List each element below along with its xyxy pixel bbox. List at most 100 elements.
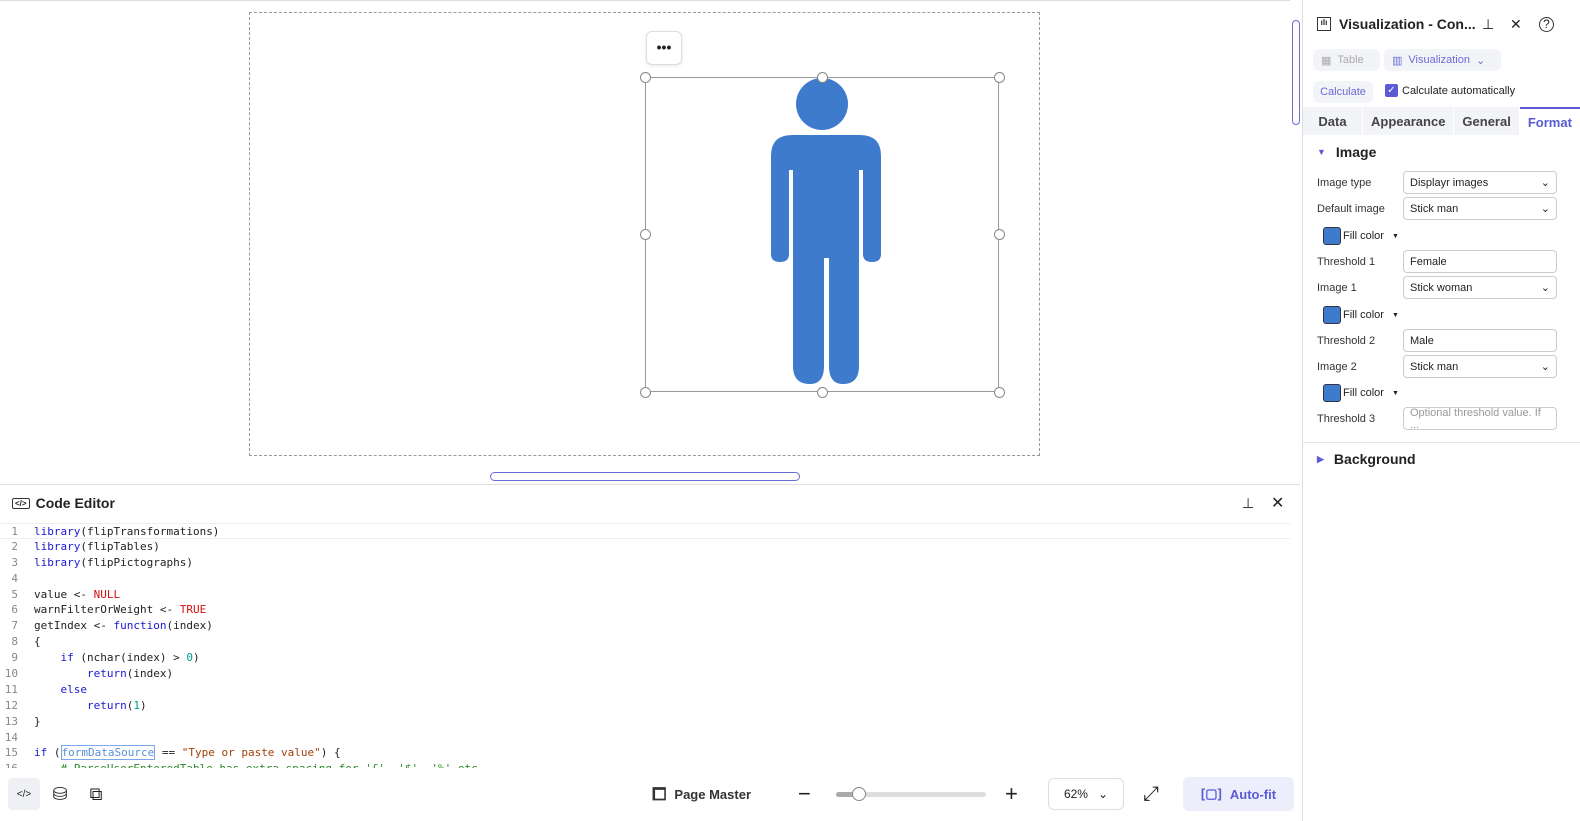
line-number: 14 [4,730,18,744]
code-line: 7 getIndex <- function(index) [0,618,1290,634]
code-line: 13} [0,714,1290,730]
vertical-scrollbar[interactable] [1292,20,1300,125]
resize-handle[interactable] [817,387,828,398]
dependency-graph-icon[interactable]: ⧉ [80,778,112,810]
code-line: 6 warnFilterOrWeight <- TRUE [0,602,1290,618]
pin-icon[interactable]: ⊥ [1482,16,1494,33]
fullscreen-icon[interactable]: ⤢ [1143,783,1159,806]
code-token: (flipTransformations) [80,525,220,538]
code-token: TRUE [179,603,207,617]
code-token: getIndex <- [34,619,114,633]
code-text: return(1) [28,698,147,714]
code-token: if [34,746,48,760]
chart-icon: ▥ [1392,54,1403,67]
threshold-1-input[interactable]: Female [1403,250,1557,273]
caret-down-icon: ▼ [1391,311,1399,319]
code-line: 12 return(1) [0,698,1290,714]
code-text: if (nchar(index) > 0) [28,650,200,666]
zoom-slider[interactable] [836,786,986,801]
line-number: 11 [4,682,18,696]
code-line: 14 [0,730,1290,746]
code-text: library(flipTables) [28,539,160,555]
resize-handle[interactable] [640,387,651,398]
data-edit-icon[interactable]: ⛁ [44,778,76,810]
image-1-select[interactable]: Stick woman ⌄ [1403,276,1557,299]
panel-title: Visualization - Con... [1339,16,1476,32]
calculate-automatically-checkbox[interactable]: ✓ [1385,84,1398,97]
image-2-select[interactable]: Stick man ⌄ [1403,355,1557,378]
inspector-tabs: Data Appearance General Format [1303,107,1580,135]
threshold-3-placeholder: Optional threshold value. If ... [1410,406,1541,431]
code-text: library(flipTransformations) [28,524,219,538]
zoom-select[interactable]: 62% ⌄ [1048,778,1124,810]
calculate-button[interactable]: Calculate [1313,81,1373,103]
resize-handle[interactable] [994,229,1005,240]
resize-handle[interactable] [994,72,1005,83]
image-type-select[interactable]: Displayr images ⌄ [1403,171,1557,194]
auto-fit-icon: [▢] [1200,786,1222,801]
code-line: 2 library(flipTables) [0,539,1290,555]
close-icon[interactable]: ✕ [1510,16,1522,33]
visualization-button[interactable]: ▥ Visualization ⌄ [1384,49,1501,71]
image-2-label: Image 2 [1317,360,1357,373]
chevron-down-icon: ⌄ [1097,787,1109,801]
more-options-button[interactable]: ••• [646,31,682,65]
tab-format[interactable]: Format [1519,107,1580,135]
line-number: 5 [11,587,18,601]
page-master-icon[interactable]: ⧠ [652,784,666,805]
image-type-label: Image type [1317,176,1372,189]
fill-color-label: Fill color [1343,387,1384,399]
default-image-select[interactable]: Stick man ⌄ [1403,197,1557,220]
fill-color-picker[interactable]: Fill color ▼ [1323,227,1399,245]
tab-general[interactable]: General [1454,107,1520,135]
resize-handle[interactable] [640,229,651,240]
code-line: 3 library(flipPictographs) [0,555,1290,571]
code-token: else [60,682,88,696]
code-token: } [34,714,41,728]
table-icon: ▦ [1321,54,1332,67]
code-editor-toggle-icon[interactable]: </> [8,778,40,810]
resize-handle[interactable] [817,72,828,83]
visualization-label: Visualization [1408,54,1470,66]
code-token: ( [47,746,61,760]
bottom-toolbar: </> ⛁ ⧉ ⧠ Page Master − + 62% ⌄ ⤢ [▢] Auto… [0,767,1300,821]
section-background-header[interactable]: ▶ Background [1317,451,1416,467]
threshold-2-input[interactable]: Male [1403,329,1557,352]
section-image-header[interactable]: ▼ Image [1317,144,1376,160]
selected-pictograph[interactable] [645,77,999,392]
fill-color-picker[interactable]: Fill color ▼ [1323,306,1399,324]
auto-fit-button[interactable]: [▢] Auto-fit [1183,777,1294,811]
caret-down-icon: ▼ [1391,232,1399,240]
chevron-down-icon: ⌄ [1475,54,1486,67]
calculate-automatically-label: Calculate automatically [1402,84,1516,97]
threshold-3-input[interactable]: Optional threshold value. If ... [1403,406,1557,431]
color-swatch [1323,306,1341,324]
resize-handle[interactable] [640,72,651,83]
zoom-out-button[interactable]: − [798,781,811,807]
line-number: 9 [11,651,18,665]
tab-appearance[interactable]: Appearance [1363,107,1455,135]
resize-handle[interactable] [994,387,1005,398]
code-line: 1 library(flipTransformations) [0,523,1290,539]
code-area[interactable]: 1 library(flipTransformations) 2 library(fl… [0,523,1290,768]
page-master-button[interactable]: Page Master [674,787,751,802]
tab-data[interactable]: Data [1303,107,1363,135]
code-token: (index) [126,667,174,681]
stick-man-icon [771,78,881,384]
table-button[interactable]: ▦ Table [1313,49,1380,71]
pin-icon[interactable]: ⊥ [1242,495,1254,512]
fill-color-picker[interactable]: Fill color ▼ [1323,384,1399,402]
code-text: { [28,634,41,650]
horizontal-scrollbar[interactable] [490,472,800,481]
default-image-value: Stick man [1410,202,1459,215]
caret-down-icon: ▼ [1317,147,1326,157]
zoom-in-button[interactable]: + [1005,781,1018,807]
line-number: 1 [11,525,18,538]
chevron-down-icon: ⌄ [1540,203,1550,215]
code-token: return [86,667,127,681]
zoom-slider-handle[interactable] [851,786,866,801]
help-icon[interactable]: ? [1539,16,1554,32]
code-line: 8{ [0,634,1290,650]
close-icon[interactable]: ✕ [1271,493,1284,513]
